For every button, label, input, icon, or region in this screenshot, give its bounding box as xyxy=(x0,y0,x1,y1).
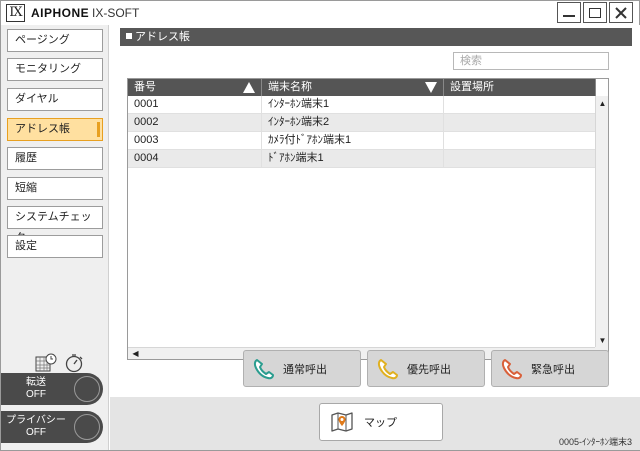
phone-icon xyxy=(377,358,398,379)
scroll-down-icon[interactable]: ▼ xyxy=(598,336,607,345)
close-icon xyxy=(615,6,627,19)
cell-location xyxy=(444,96,596,114)
cell-location xyxy=(444,150,596,168)
privacy-toggle-knob xyxy=(74,414,100,440)
table-body: 0001 ｲﾝﾀｰﾎﾝ端末1 0002 ｲﾝﾀｰﾎﾝ端末2 0003 ｶﾒﾗ付ﾄ… xyxy=(128,96,596,168)
sidebar-item-speed-dial[interactable]: 短縮 xyxy=(7,177,103,200)
sidebar-item-paging[interactable]: ページング xyxy=(7,29,103,52)
table-header: 番号 端末名称 設置場所 xyxy=(128,79,596,96)
privacy-state: OFF xyxy=(26,427,46,438)
emergency-call-button[interactable]: 緊急呼出 xyxy=(491,350,609,387)
sidebar-item-dial[interactable]: ダイヤル xyxy=(7,88,103,111)
sidebar-item-system-check[interactable]: システムチェック xyxy=(7,206,103,244)
sidebar-item-monitoring[interactable]: モニタリング xyxy=(7,58,103,81)
column-header-label: 設置場所 xyxy=(450,81,494,93)
status-text: 0005-ｲﾝﾀｰﾎﾝ端末3 xyxy=(558,437,632,447)
scroll-up-icon[interactable]: ▲ xyxy=(598,99,607,108)
column-header-name[interactable]: 端末名称 xyxy=(262,79,444,96)
cell-name: ｲﾝﾀｰﾎﾝ端末2 xyxy=(262,114,444,132)
title-bar: IX AIPHONE IX-SOFT xyxy=(1,1,639,25)
cell-name: ｶﾒﾗ付ﾄﾞｱﾎﾝ端末1 xyxy=(262,132,444,150)
ix-logo: IX xyxy=(6,4,25,22)
sidebar-item-address-book[interactable]: アドレス帳 xyxy=(7,118,103,141)
privacy-toggle[interactable]: プライバシー OFF xyxy=(1,411,103,443)
window-controls xyxy=(557,2,633,23)
forward-state: OFF xyxy=(26,389,46,400)
header-bullet-icon xyxy=(126,33,132,39)
forward-label: 転送 xyxy=(26,377,46,388)
timer-icon[interactable] xyxy=(63,353,85,373)
emergency-call-label: 緊急呼出 xyxy=(531,363,575,376)
main-content: アドレス帳 番号 端末名称 設置場所 0001 ｲﾝ xyxy=(110,25,640,450)
vertical-scrollbar[interactable]: ▲ ▼ xyxy=(595,96,608,348)
map-pin-icon xyxy=(331,412,353,432)
map-button[interactable]: マップ xyxy=(319,403,443,441)
cell-number: 0001 xyxy=(128,96,262,114)
cell-name: ﾄﾞｱﾎﾝ端末1 xyxy=(262,150,444,168)
minimize-icon xyxy=(563,14,575,17)
cell-name: ｲﾝﾀｰﾎﾝ端末1 xyxy=(262,96,444,114)
phone-icon xyxy=(501,358,522,379)
privacy-label: プライバシー xyxy=(6,415,66,426)
forward-toggle[interactable]: 転送 OFF xyxy=(1,373,103,405)
cell-number: 0003 xyxy=(128,132,262,150)
table-row[interactable]: 0002 ｲﾝﾀｰﾎﾝ端末2 xyxy=(128,114,596,132)
sidebar-item-settings[interactable]: 設定 xyxy=(7,235,103,258)
table-row[interactable]: 0003 ｶﾒﾗ付ﾄﾞｱﾎﾝ端末1 xyxy=(128,132,596,150)
close-button[interactable] xyxy=(609,2,633,23)
search-input[interactable] xyxy=(453,52,609,70)
cell-location xyxy=(444,114,596,132)
app-window: IX AIPHONE IX-SOFT ページング モニタリング ダイヤル アドレ… xyxy=(0,0,640,451)
sort-descending-icon xyxy=(425,82,437,93)
column-header-location[interactable]: 設置場所 xyxy=(444,79,596,96)
cell-location xyxy=(444,132,596,150)
calendar-clock-icon[interactable] xyxy=(35,353,57,373)
normal-call-button[interactable]: 通常呼出 xyxy=(243,350,361,387)
minimize-button[interactable] xyxy=(557,2,581,23)
map-label: マップ xyxy=(364,417,397,429)
scroll-left-icon[interactable]: ◀ xyxy=(131,349,140,358)
section-header: アドレス帳 xyxy=(120,28,632,46)
product-name: IX-SOFT xyxy=(92,6,140,20)
cell-number: 0004 xyxy=(128,150,262,168)
table-row[interactable]: 0001 ｲﾝﾀｰﾎﾝ端末1 xyxy=(128,96,596,114)
cell-number: 0002 xyxy=(128,114,262,132)
brand-name: AIPHONE xyxy=(31,6,90,20)
priority-call-button[interactable]: 優先呼出 xyxy=(367,350,485,387)
phone-icon xyxy=(253,358,274,379)
column-header-number[interactable]: 番号 xyxy=(128,79,262,96)
normal-call-label: 通常呼出 xyxy=(283,363,327,376)
column-header-label: 端末名称 xyxy=(268,81,312,93)
maximize-button[interactable] xyxy=(583,2,607,23)
sort-ascending-icon xyxy=(243,82,255,93)
column-header-label: 番号 xyxy=(134,81,156,93)
maximize-icon xyxy=(589,7,601,18)
side-icon-row xyxy=(35,353,85,373)
sidebar: ページング モニタリング ダイヤル アドレス帳 履歴 短縮 システムチェック 設… xyxy=(1,25,109,450)
forward-toggle-knob xyxy=(74,376,100,402)
address-table: 番号 端末名称 設置場所 0001 ｲﾝﾀｰﾎﾝ端末1 0002 ｲﾝﾀｰﾎﾝ端… xyxy=(127,78,609,360)
table-row[interactable]: 0004 ﾄﾞｱﾎﾝ端末1 xyxy=(128,150,596,168)
sidebar-item-history[interactable]: 履歴 xyxy=(7,147,103,170)
priority-call-label: 優先呼出 xyxy=(407,363,451,376)
section-title: アドレス帳 xyxy=(135,31,190,43)
